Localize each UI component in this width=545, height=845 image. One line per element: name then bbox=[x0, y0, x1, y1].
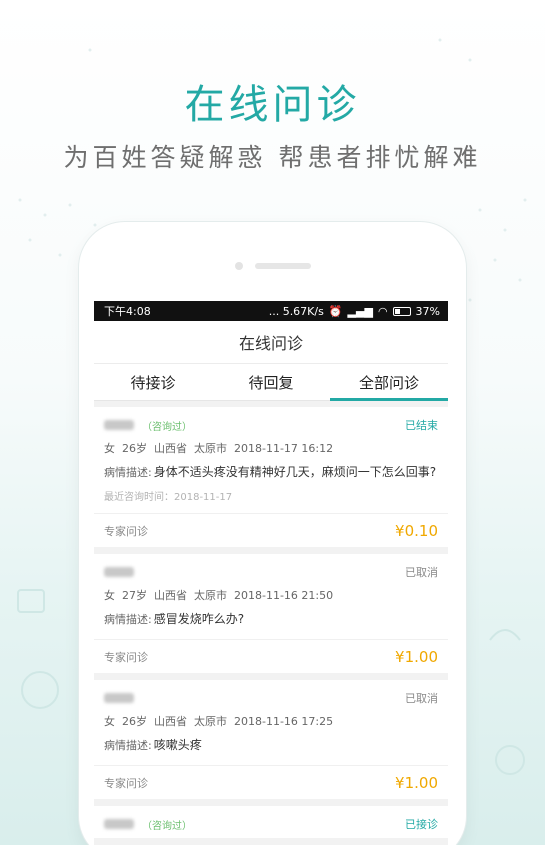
tab-bar: 待接诊 待回复 全部问诊 bbox=[94, 364, 448, 401]
phone-speaker bbox=[255, 263, 311, 269]
price: ¥1.00 bbox=[395, 647, 438, 666]
status-badge: 已接诊 bbox=[405, 818, 438, 831]
condition-description: 病情描述: 感冒发烧咋么办? bbox=[104, 612, 245, 626]
wifi-icon: ◠ bbox=[377, 304, 388, 318]
price: ¥1.00 bbox=[395, 773, 438, 792]
consultation-card[interactable]: 已取消 女 27岁 山西省 太原市 2018-11-16 21:50 病情描述: 感冒发… bbox=[94, 554, 448, 673]
patient-info: 女 27岁 山西省 太原市 2018-11-16 21:50 bbox=[104, 589, 334, 602]
status-badge: 已取消 bbox=[405, 692, 438, 705]
nav-bar: 在线问诊 bbox=[94, 321, 448, 364]
phone-camera bbox=[235, 262, 243, 270]
last-consult-time: 最近咨询时间：2018-11-17 bbox=[104, 492, 233, 503]
consultation-card[interactable]: （咨询过） 已接诊 bbox=[94, 806, 448, 838]
patient-name bbox=[104, 420, 134, 430]
alarm-icon: ⏰ bbox=[328, 304, 343, 318]
card-footer: 专家问诊 ¥1.00 bbox=[94, 765, 448, 799]
service-type: 专家问诊 bbox=[104, 650, 148, 664]
phone-screen: 下午4:08 ... 5.67K/s ⏰ ▂▄▆ ◠ 37% 在线问诊 待接诊 … bbox=[94, 301, 448, 845]
consulted-tag: （咨询过） bbox=[142, 421, 192, 433]
consultation-list: （咨询过） 已结束 女 26岁 山西省 太原市 2018-11-17 16:12 病情描… bbox=[94, 401, 448, 838]
condition-description: 病情描述: 身体不适头疼没有精神好几天，麻烦问一下怎么回事? bbox=[104, 465, 437, 479]
page-title: 在线问诊 bbox=[238, 334, 303, 353]
service-type: 专家问诊 bbox=[104, 524, 148, 538]
tab-all[interactable]: 全部问诊 bbox=[330, 364, 448, 401]
patient-info: 女 26岁 山西省 太原市 2018-11-16 17:25 bbox=[104, 715, 334, 728]
status-badge: 已取消 bbox=[405, 566, 438, 579]
status-badge: 已结束 bbox=[405, 419, 438, 432]
consultation-card[interactable]: （咨询过） 已结束 女 26岁 山西省 太原市 2018-11-17 16:12 病情描… bbox=[94, 407, 448, 547]
hero-subtitle: 为百姓答疑解惑 帮患者排忧解难 bbox=[63, 143, 482, 172]
patient-name bbox=[104, 693, 134, 703]
patient-info: 女 26岁 山西省 太原市 2018-11-17 16:12 bbox=[104, 442, 334, 455]
price: ¥0.10 bbox=[395, 521, 438, 540]
phone-frame: 下午4:08 ... 5.67K/s ⏰ ▂▄▆ ◠ 37% 在线问诊 待接诊 … bbox=[79, 222, 466, 845]
consulted-tag: （咨询过） bbox=[142, 820, 192, 832]
battery-level: 37% bbox=[415, 304, 440, 318]
patient-name bbox=[104, 819, 134, 829]
tab-pending[interactable]: 待接诊 bbox=[94, 364, 212, 400]
hero-title: 在线问诊 bbox=[184, 82, 361, 128]
signal-icon: ▂▄▆ bbox=[347, 304, 373, 318]
network-speed: ... 5.67K/s bbox=[268, 304, 324, 318]
card-footer: 专家问诊 ¥1.00 bbox=[94, 639, 448, 673]
consultation-card[interactable]: 已取消 女 26岁 山西省 太原市 2018-11-16 17:25 病情描述: 咳嗽头… bbox=[94, 680, 448, 799]
card-footer: 专家问诊 ¥0.10 bbox=[94, 513, 448, 547]
battery-icon bbox=[392, 306, 411, 316]
tab-awaiting-reply[interactable]: 待回复 bbox=[212, 364, 330, 400]
condition-description: 病情描述: 咳嗽头疼 bbox=[104, 738, 202, 752]
status-time: 下午4:08 bbox=[104, 305, 151, 318]
service-type: 专家问诊 bbox=[104, 776, 148, 790]
patient-name bbox=[104, 567, 134, 577]
status-bar: 下午4:08 ... 5.67K/s ⏰ ▂▄▆ ◠ 37% bbox=[94, 301, 448, 321]
status-indicators: ... 5.67K/s ⏰ ▂▄▆ ◠ 37% bbox=[269, 305, 440, 318]
